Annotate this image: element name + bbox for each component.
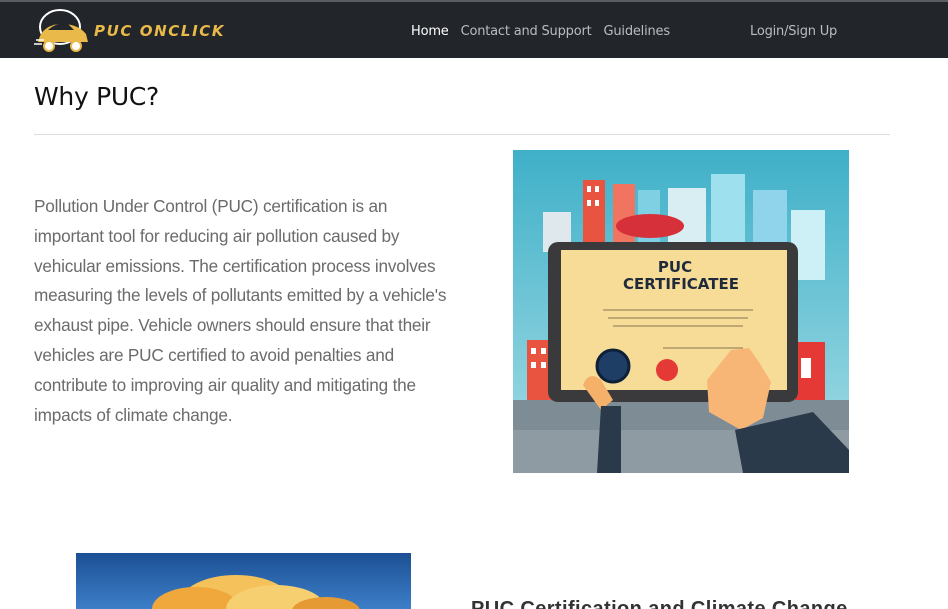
brand-logo-link[interactable]: PUC ONCLICK: [34, 6, 225, 56]
top-navbar: PUC ONCLICK Home Contact and Support Gui…: [0, 0, 948, 58]
intro-paragraph: Pollution Under Control (PUC) certificat…: [34, 196, 447, 425]
nav-link-guidelines[interactable]: Guidelines: [604, 24, 671, 39]
nav-link-home[interactable]: Home: [411, 24, 449, 39]
certificate-line-1: PUC: [658, 258, 692, 276]
login-signup-link[interactable]: Login/Sign Up: [750, 24, 837, 39]
nav-link-contact-support[interactable]: Contact and Support: [461, 24, 592, 39]
certificate-line-2: CERTIFICATEE: [623, 275, 739, 293]
puc-certificate-illustration: PUC CERTIFICATEE: [513, 150, 849, 473]
climate-change-illustration: [76, 553, 411, 609]
nav-links: Home Contact and Support Guidelines: [411, 24, 682, 39]
next-section-heading: PUC Certification and Climate Change: [471, 598, 848, 609]
page-title: Why PUC?: [34, 82, 160, 111]
car-logo-icon: [34, 9, 88, 52]
brand-name: PUC ONCLICK: [94, 22, 226, 40]
section-divider: [34, 134, 890, 135]
